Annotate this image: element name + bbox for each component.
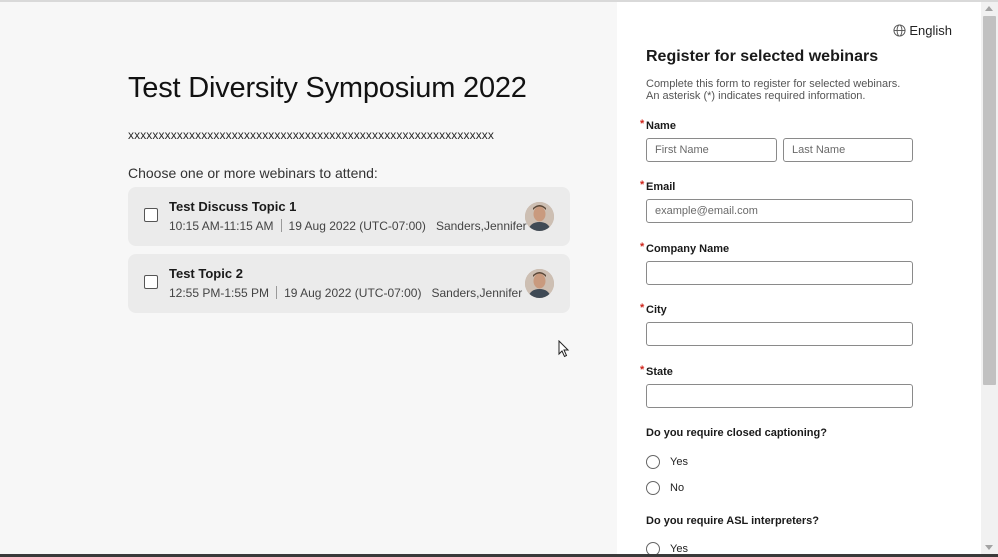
captioning-yes-radio[interactable]: Yes: [646, 455, 688, 469]
email-label-text: Email: [646, 181, 676, 193]
host-avatar: [525, 202, 554, 231]
form-title: Register for selected webinars: [646, 48, 879, 65]
company-label-text: Company Name: [646, 243, 730, 255]
required-marker: *: [640, 118, 645, 130]
webinar-1-time: 10:15 AM-11:15 AM: [169, 219, 274, 233]
form-description-line2: An asterisk (*) indicates required infor…: [646, 90, 866, 102]
form-description-line1: Complete this form to register for selec…: [646, 78, 901, 90]
webinar-card-2[interactable]: Test Topic 2 12:55 PM-1:55 PM 19 Aug 2022…: [128, 254, 570, 313]
webinar-2-meta: 12:55 PM-1:55 PM 19 Aug 2022 (UTC-07:00) S…: [169, 286, 522, 300]
event-description: xxxxxxxxxxxxxxxxxxxxxxxxxxxxxxxxxxxxxxxx…: [128, 128, 494, 142]
webinar-card-1[interactable]: Test Discuss Topic 1 10:15 AM-11:15 AM 19…: [128, 187, 570, 246]
company-label: * Company Name: [640, 241, 730, 255]
choose-webinars-label: Choose one or more webinars to attend:: [128, 165, 378, 181]
globe-icon: [893, 24, 906, 37]
scrollbar[interactable]: [981, 2, 998, 554]
name-label-text: Name: [646, 120, 676, 132]
divider: [276, 286, 278, 299]
webinar-1-meta: 10:15 AM-11:15 AM 19 Aug 2022 (UTC-07:00)…: [169, 219, 527, 233]
state-label-text: State: [646, 366, 673, 378]
event-title: Test Diversity Symposium 2022: [128, 72, 527, 104]
required-marker: *: [640, 302, 645, 314]
webinar-1-title: Test Discuss Topic 1: [169, 199, 297, 214]
state-label: * State: [640, 364, 673, 378]
first-name-input[interactable]: [646, 138, 777, 162]
scroll-up-arrow-icon[interactable]: [985, 6, 993, 11]
required-marker: *: [640, 241, 645, 253]
webinar-2-time: 12:55 PM-1:55 PM: [169, 286, 270, 300]
state-input[interactable]: [646, 384, 913, 408]
webinar-2-date: 19 Aug 2022 (UTC-07:00): [284, 286, 422, 300]
webinar-2-checkbox[interactable]: [144, 275, 158, 289]
host-avatar: [525, 269, 554, 298]
asl-question: Do you require ASL interpreters?: [646, 515, 819, 527]
mouse-cursor-icon: [558, 340, 570, 358]
webinar-2-title: Test Topic 2: [169, 266, 243, 281]
radio-circle[interactable]: [646, 481, 660, 495]
event-panel: Test Diversity Symposium 2022 xxxxxxxxxx…: [0, 2, 617, 554]
scroll-down-arrow-icon[interactable]: [985, 545, 993, 550]
email-label: * Email: [640, 179, 676, 193]
required-marker: *: [640, 179, 645, 191]
required-marker: *: [640, 364, 645, 376]
form-description: Complete this form to register for selec…: [646, 78, 936, 102]
registration-panel: English Register for selected webinars C…: [617, 2, 981, 556]
webinar-1-checkbox[interactable]: [144, 208, 158, 222]
city-input[interactable]: [646, 322, 913, 346]
divider: [280, 219, 282, 232]
captioning-yes-label: Yes: [670, 456, 688, 468]
captioning-question: Do you require closed captioning?: [646, 427, 827, 439]
last-name-input[interactable]: [783, 138, 913, 162]
language-selector[interactable]: English: [893, 23, 952, 38]
city-label: * City: [640, 302, 667, 316]
company-input[interactable]: [646, 261, 913, 285]
webinar-1-host: Sanders,Jennifer: [435, 219, 527, 233]
captioning-no-label: No: [670, 482, 685, 494]
email-input[interactable]: [646, 199, 913, 223]
webinar-1-date: 19 Aug 2022 (UTC-07:00): [288, 219, 426, 233]
city-label-text: City: [646, 304, 667, 316]
scrollbar-thumb[interactable]: [983, 16, 996, 385]
language-label: English: [909, 23, 952, 38]
webinar-2-host: Sanders,Jennifer: [431, 286, 523, 300]
name-label: * Name: [640, 118, 676, 132]
radio-circle[interactable]: [646, 455, 660, 469]
captioning-no-radio[interactable]: No: [646, 481, 684, 495]
